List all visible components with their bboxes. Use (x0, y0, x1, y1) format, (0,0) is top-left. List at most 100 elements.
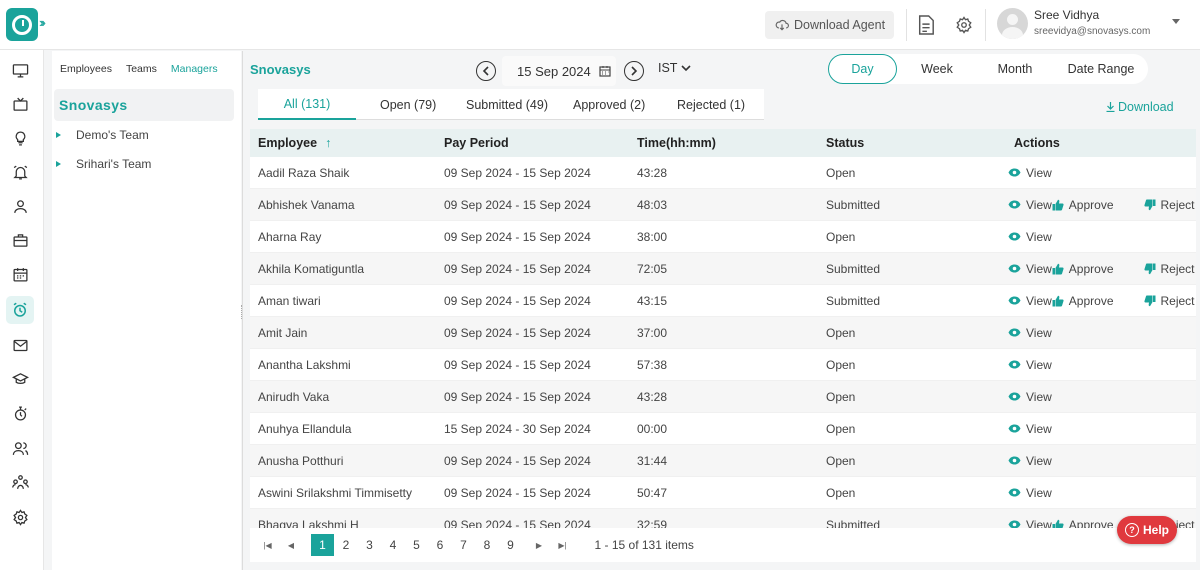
users-icon[interactable] (6, 434, 34, 462)
view-action[interactable]: View (1008, 422, 1052, 436)
view-action[interactable]: View (1008, 230, 1052, 244)
tv-icon[interactable] (6, 90, 34, 118)
stopwatch-icon[interactable] (6, 399, 34, 427)
view-action[interactable]: View (1008, 166, 1052, 180)
thumbs-down-icon (1143, 263, 1155, 274)
view-action[interactable]: View (1008, 198, 1052, 212)
tab-rejected[interactable]: Rejected (1) (677, 89, 745, 120)
approve-action[interactable]: Approve (1052, 262, 1114, 276)
range-month-button[interactable]: Month (986, 54, 1044, 84)
page-3-button[interactable]: 3 (358, 534, 381, 556)
status-cell: Submitted (826, 197, 881, 212)
tab-managers[interactable]: Managers (171, 63, 218, 75)
download-agent-button[interactable]: Download Agent (765, 11, 894, 39)
org-chart-icon[interactable] (6, 468, 34, 496)
actions-cell: View Approve Reject (1008, 198, 1196, 212)
last-page-icon[interactable]: ▶| (551, 534, 574, 556)
lightbulb-icon[interactable] (6, 124, 34, 152)
range-day-button[interactable]: Day (828, 54, 897, 84)
chevron-down-icon[interactable] (1172, 19, 1180, 24)
view-action[interactable]: View (1008, 454, 1052, 468)
app-logo[interactable] (6, 8, 38, 41)
page-5-button[interactable]: 5 (405, 534, 428, 556)
status-cell: Submitted (826, 293, 881, 308)
graduation-cap-icon[interactable] (6, 365, 34, 393)
prev-page-icon[interactable]: ◀ (280, 534, 303, 556)
table-row: Akhila Komatiguntla 09 Sep 2024 - 15 Sep … (250, 253, 1196, 285)
view-action[interactable]: View (1008, 390, 1052, 404)
org-node[interactable]: Snovasys (54, 89, 234, 121)
tab-all[interactable]: All (131) (258, 89, 356, 120)
tab-employees[interactable]: Employees (60, 63, 112, 75)
eye-icon (1008, 200, 1021, 209)
expand-sidebar-icon[interactable]: ››› (39, 15, 46, 30)
table-row: Aadil Raza Shaik 09 Sep 2024 - 15 Sep 202… (250, 157, 1196, 189)
tab-open[interactable]: Open (79) (380, 89, 436, 120)
range-date-range-button[interactable]: Date Range (1058, 54, 1144, 84)
calendar-icon[interactable] (599, 65, 611, 77)
page-9-button[interactable]: 9 (499, 534, 522, 556)
page-2-button[interactable]: 2 (335, 534, 358, 556)
avatar[interactable] (997, 8, 1028, 39)
pay-period-cell: 09 Sep 2024 - 15 Sep 2024 (444, 197, 591, 212)
approve-action[interactable]: Approve (1052, 294, 1114, 308)
column-header-pay-period[interactable]: Pay Period (438, 136, 631, 150)
column-header-status[interactable]: Status (820, 136, 1008, 150)
tab-teams[interactable]: Teams (126, 63, 157, 75)
reject-action[interactable]: Reject (1143, 262, 1195, 276)
eye-icon (1008, 488, 1021, 497)
page-1-button[interactable]: 1 (311, 534, 334, 556)
range-week-button[interactable]: Week (908, 54, 966, 84)
column-header-employee[interactable]: Employee ↑ (250, 136, 438, 150)
view-action[interactable]: View (1008, 262, 1052, 276)
download-button[interactable]: Download (1106, 100, 1174, 114)
prev-date-button[interactable] (476, 61, 496, 81)
mail-icon[interactable] (6, 331, 34, 359)
page-8-button[interactable]: 8 (476, 534, 499, 556)
briefcase-icon[interactable] (6, 226, 34, 254)
view-label: View (1026, 325, 1052, 340)
view-action[interactable]: View (1008, 294, 1052, 308)
view-action[interactable]: View (1008, 358, 1052, 372)
next-page-icon[interactable]: ▶ (528, 534, 551, 556)
gear-icon[interactable] (6, 503, 34, 531)
alarm-bell-icon[interactable] (6, 158, 34, 186)
monitor-icon[interactable] (6, 56, 34, 84)
reject-action[interactable]: Reject (1143, 294, 1195, 308)
eye-icon (1008, 328, 1021, 337)
page-6-button[interactable]: 6 (429, 534, 452, 556)
calendar-icon[interactable] (6, 260, 34, 288)
reject-action[interactable]: Reject (1143, 198, 1195, 212)
team-node[interactable]: Demo's Team (56, 128, 149, 142)
user-name[interactable]: Sree Vidhya (1034, 8, 1099, 22)
status-cell: Open (826, 421, 856, 436)
tab-approved[interactable]: Approved (2) (573, 89, 645, 120)
download-icon (1106, 102, 1115, 112)
first-page-icon[interactable]: |◀ (256, 534, 279, 556)
view-label: View (1026, 229, 1052, 244)
time-cell: 43:15 (637, 293, 668, 308)
next-date-button[interactable] (624, 61, 644, 81)
resize-handle[interactable] (241, 305, 244, 319)
expand-arrow-icon[interactable] (56, 132, 61, 138)
view-action[interactable]: View (1008, 326, 1052, 340)
view-action[interactable]: View (1008, 486, 1052, 500)
user-icon[interactable] (6, 192, 34, 220)
employee-cell: Anantha Lakshmi (258, 357, 351, 372)
date-picker[interactable]: 15 Sep 2024 (502, 56, 616, 86)
help-label: Help (1142, 523, 1169, 537)
settings-gear-icon[interactable] (955, 15, 973, 35)
sort-ascending-icon[interactable]: ↑ (325, 136, 331, 150)
expand-arrow-icon[interactable] (56, 161, 61, 167)
column-header-time[interactable]: Time(hh:mm) (631, 136, 820, 150)
team-node[interactable]: Srihari's Team (56, 157, 151, 171)
help-button[interactable]: ? Help (1117, 516, 1177, 544)
page-7-button[interactable]: 7 (452, 534, 475, 556)
alarm-clock-icon[interactable] (6, 296, 34, 324)
tab-submitted[interactable]: Submitted (49) (466, 89, 548, 120)
page-4-button[interactable]: 4 (382, 534, 405, 556)
column-header-actions: Actions (1014, 136, 1060, 150)
approve-action[interactable]: Approve (1052, 198, 1114, 212)
document-icon[interactable] (917, 15, 935, 35)
timezone-select[interactable]: IST (658, 61, 692, 75)
